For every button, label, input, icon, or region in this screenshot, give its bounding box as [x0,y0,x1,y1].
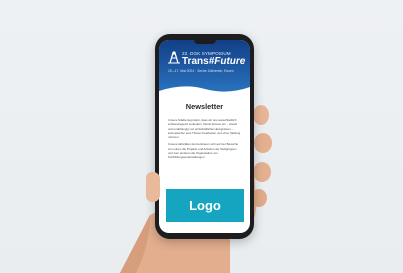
newsletter-paragraph: Unsere Aktivitäten konzentrieren sich au… [168,142,239,160]
scene: 22. DGK SYMPOSIUM Trans#Future 15.–17. M… [0,0,403,273]
logo-button[interactable]: Logo [166,189,244,222]
event-title-trans: Trans [182,56,209,67]
headframe-logo-icon [168,51,180,64]
header-wave-divider [159,86,250,97]
event-dates: 15.–17. Mai 2024 · Zeche Zollverein, Ess… [168,69,234,73]
newsletter-title: Newsletter [185,102,224,111]
thumb [146,172,160,202]
event-title-future: #Future [208,56,246,67]
smartphone: 22. DGK SYMPOSIUM Trans#Future 15.–17. M… [155,34,254,239]
event-header-banner: 22. DGK SYMPOSIUM Trans#Future 15.–17. M… [159,40,250,97]
newsletter-paragraph: Unsere Städte liegt darin, dass wir uns … [168,118,241,140]
phone-screen: 22. DGK SYMPOSIUM Trans#Future 15.–17. M… [159,40,250,233]
phone-notch [193,40,216,44]
newsletter-content: Newsletter Unsere Städte liegt darin, da… [168,102,241,163]
event-title: Trans#Future [182,56,248,67]
